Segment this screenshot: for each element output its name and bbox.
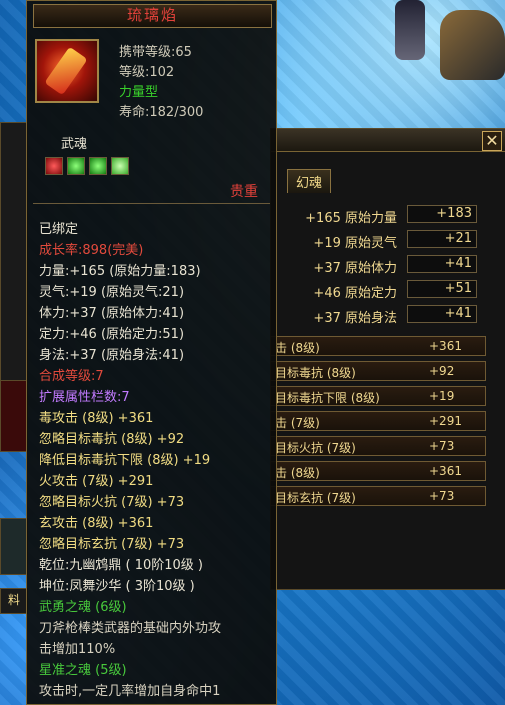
stat-name: 目标火抗 (7级) <box>275 441 356 455</box>
wuhun-gem-3[interactable] <box>89 157 107 175</box>
tooltip-line: 降低目标毒抗下限 (8级) +19 <box>39 453 211 468</box>
stat-row[interactable]: 目标毒抗 (8级) +92 <box>270 361 486 381</box>
tooltip-line: 灵气:+19 (原始灵气:21) <box>39 285 185 300</box>
tooltip-line: 星准之魂 (5级) <box>39 663 127 678</box>
attribute-value: +41 <box>407 305 477 323</box>
wuhun-gem-2[interactable] <box>67 157 85 175</box>
close-button[interactable]: ✕ <box>482 131 502 151</box>
tooltip-line: 忽略目标玄抗 (7级) +73 <box>39 537 185 552</box>
wuhun-gem-1[interactable] <box>45 157 63 175</box>
attribute-row: +19 原始灵气 +21 <box>272 230 482 251</box>
divider <box>33 203 270 204</box>
stat-value: +73 <box>429 439 455 453</box>
item-tooltip: 琉璃焰 携带等级:65 等级:102 力量型 寿命:182/300 武魂 贵重 … <box>26 0 277 705</box>
tooltip-line: 坤位:凤舞沙华 ( 3阶10级 ) <box>39 579 195 594</box>
left-fragment-label: 料 <box>0 588 28 614</box>
wuhun-label: 武魂 <box>61 137 88 152</box>
attribute-label: +165 原始力量 <box>305 211 397 226</box>
wuhun-gem-4[interactable] <box>111 157 129 175</box>
attribute-row: +165 原始力量 +183 <box>272 205 482 226</box>
tooltip-line: 成长率:898(完美) <box>39 243 144 258</box>
stat-value: +73 <box>429 489 455 503</box>
left-window-fragment <box>0 122 28 384</box>
tooltip-line: 定力:+46 (原始定力:51) <box>39 327 185 342</box>
stat-row[interactable]: 击 (8级) +361 <box>270 461 486 481</box>
attribute-value: +183 <box>407 205 477 223</box>
stat-name: 目标毒抗下限 (8级) <box>275 391 380 405</box>
attribute-label: +37 原始身法 <box>313 311 397 326</box>
tooltip-line: 力量:+165 (原始力量:183) <box>39 264 201 279</box>
stat-name: 击 (8级) <box>275 466 320 480</box>
tooltip-line: 已绑定 <box>39 222 79 237</box>
tooltip-line: 火攻击 (7级) +291 <box>39 474 154 489</box>
stat-value: +19 <box>429 389 455 403</box>
left-item-slot[interactable] <box>0 380 28 452</box>
pet-detail-window: ✕ 幻魂 <box>270 128 505 590</box>
left-item-slot-2[interactable] <box>0 518 28 575</box>
tooltip-line: 身法:+37 (原始身法:41) <box>39 348 185 363</box>
attribute-row: +37 原始体力 +41 <box>272 255 482 276</box>
item-name: 琉璃焰 <box>33 4 272 28</box>
tooltip-line: 合成等级:7 <box>39 369 104 384</box>
attribute-label: +37 原始体力 <box>313 261 397 276</box>
tooltip-line: 忽略目标毒抗 (8级) +92 <box>39 432 185 447</box>
stat-row[interactable]: 目标火抗 (7级) +73 <box>270 436 486 456</box>
tooltip-line: 乾位:九幽鸩鼎 ( 10阶10级 ) <box>39 558 204 573</box>
tab-huanhun[interactable]: 幻魂 <box>287 169 332 193</box>
stat-value: +291 <box>429 414 462 428</box>
attribute-row: +46 原始定力 +51 <box>272 280 482 301</box>
attribute-row: +37 原始身法 +41 <box>272 305 482 326</box>
item-icon <box>35 39 99 103</box>
tooltip-line: 击增加110% <box>39 642 116 657</box>
stat-name: 击 (8级) <box>275 341 320 355</box>
tooltip-line: 玄攻击 (8级) +361 <box>39 516 154 531</box>
rarity-label: 贵重 <box>230 184 258 200</box>
carry-level: 携带等级:65 <box>119 45 192 60</box>
tooltip-line: 毒攻击 (8级) +361 <box>39 411 154 426</box>
attribute-value: +51 <box>407 280 477 298</box>
stat-row[interactable]: 目标玄抗 (7级) +73 <box>270 486 486 506</box>
tooltip-line: 体力:+37 (原始体力:41) <box>39 306 185 321</box>
tooltip-line: 扩展属性栏数:7 <box>39 390 130 405</box>
attribute-label: +46 原始定力 <box>313 286 397 301</box>
stat-name: 击 (7级) <box>275 416 320 430</box>
stat-row[interactable]: 目标毒抗下限 (8级) +19 <box>270 386 486 406</box>
beast-creature[interactable] <box>440 10 505 80</box>
tooltip-line: 武勇之魂 (6级) <box>39 600 127 615</box>
stat-name: 目标玄抗 (7级) <box>275 491 356 505</box>
item-lifespan: 寿命:182/300 <box>119 105 204 120</box>
npc-figure[interactable] <box>395 0 425 60</box>
window-titlebar <box>271 129 505 152</box>
stat-row[interactable]: 击 (7级) +291 <box>270 411 486 431</box>
stat-value: +92 <box>429 364 455 378</box>
stat-value: +361 <box>429 464 462 478</box>
attribute-label: +19 原始灵气 <box>313 236 397 251</box>
item-type: 力量型 <box>119 85 159 100</box>
stat-row[interactable]: 击 (8级) +361 <box>270 336 486 356</box>
tooltip-line: 刀斧枪棒类武器的基础内外功攻 <box>39 621 222 636</box>
tooltip-line: 忽略目标火抗 (7级) +73 <box>39 495 185 510</box>
attribute-value: +41 <box>407 255 477 273</box>
attribute-value: +21 <box>407 230 477 248</box>
tooltip-line: 攻击时,一定几率增加自身命中1 <box>39 684 221 699</box>
item-level: 等级:102 <box>119 65 175 80</box>
stat-name: 目标毒抗 (8级) <box>275 366 356 380</box>
stat-value: +361 <box>429 339 462 353</box>
